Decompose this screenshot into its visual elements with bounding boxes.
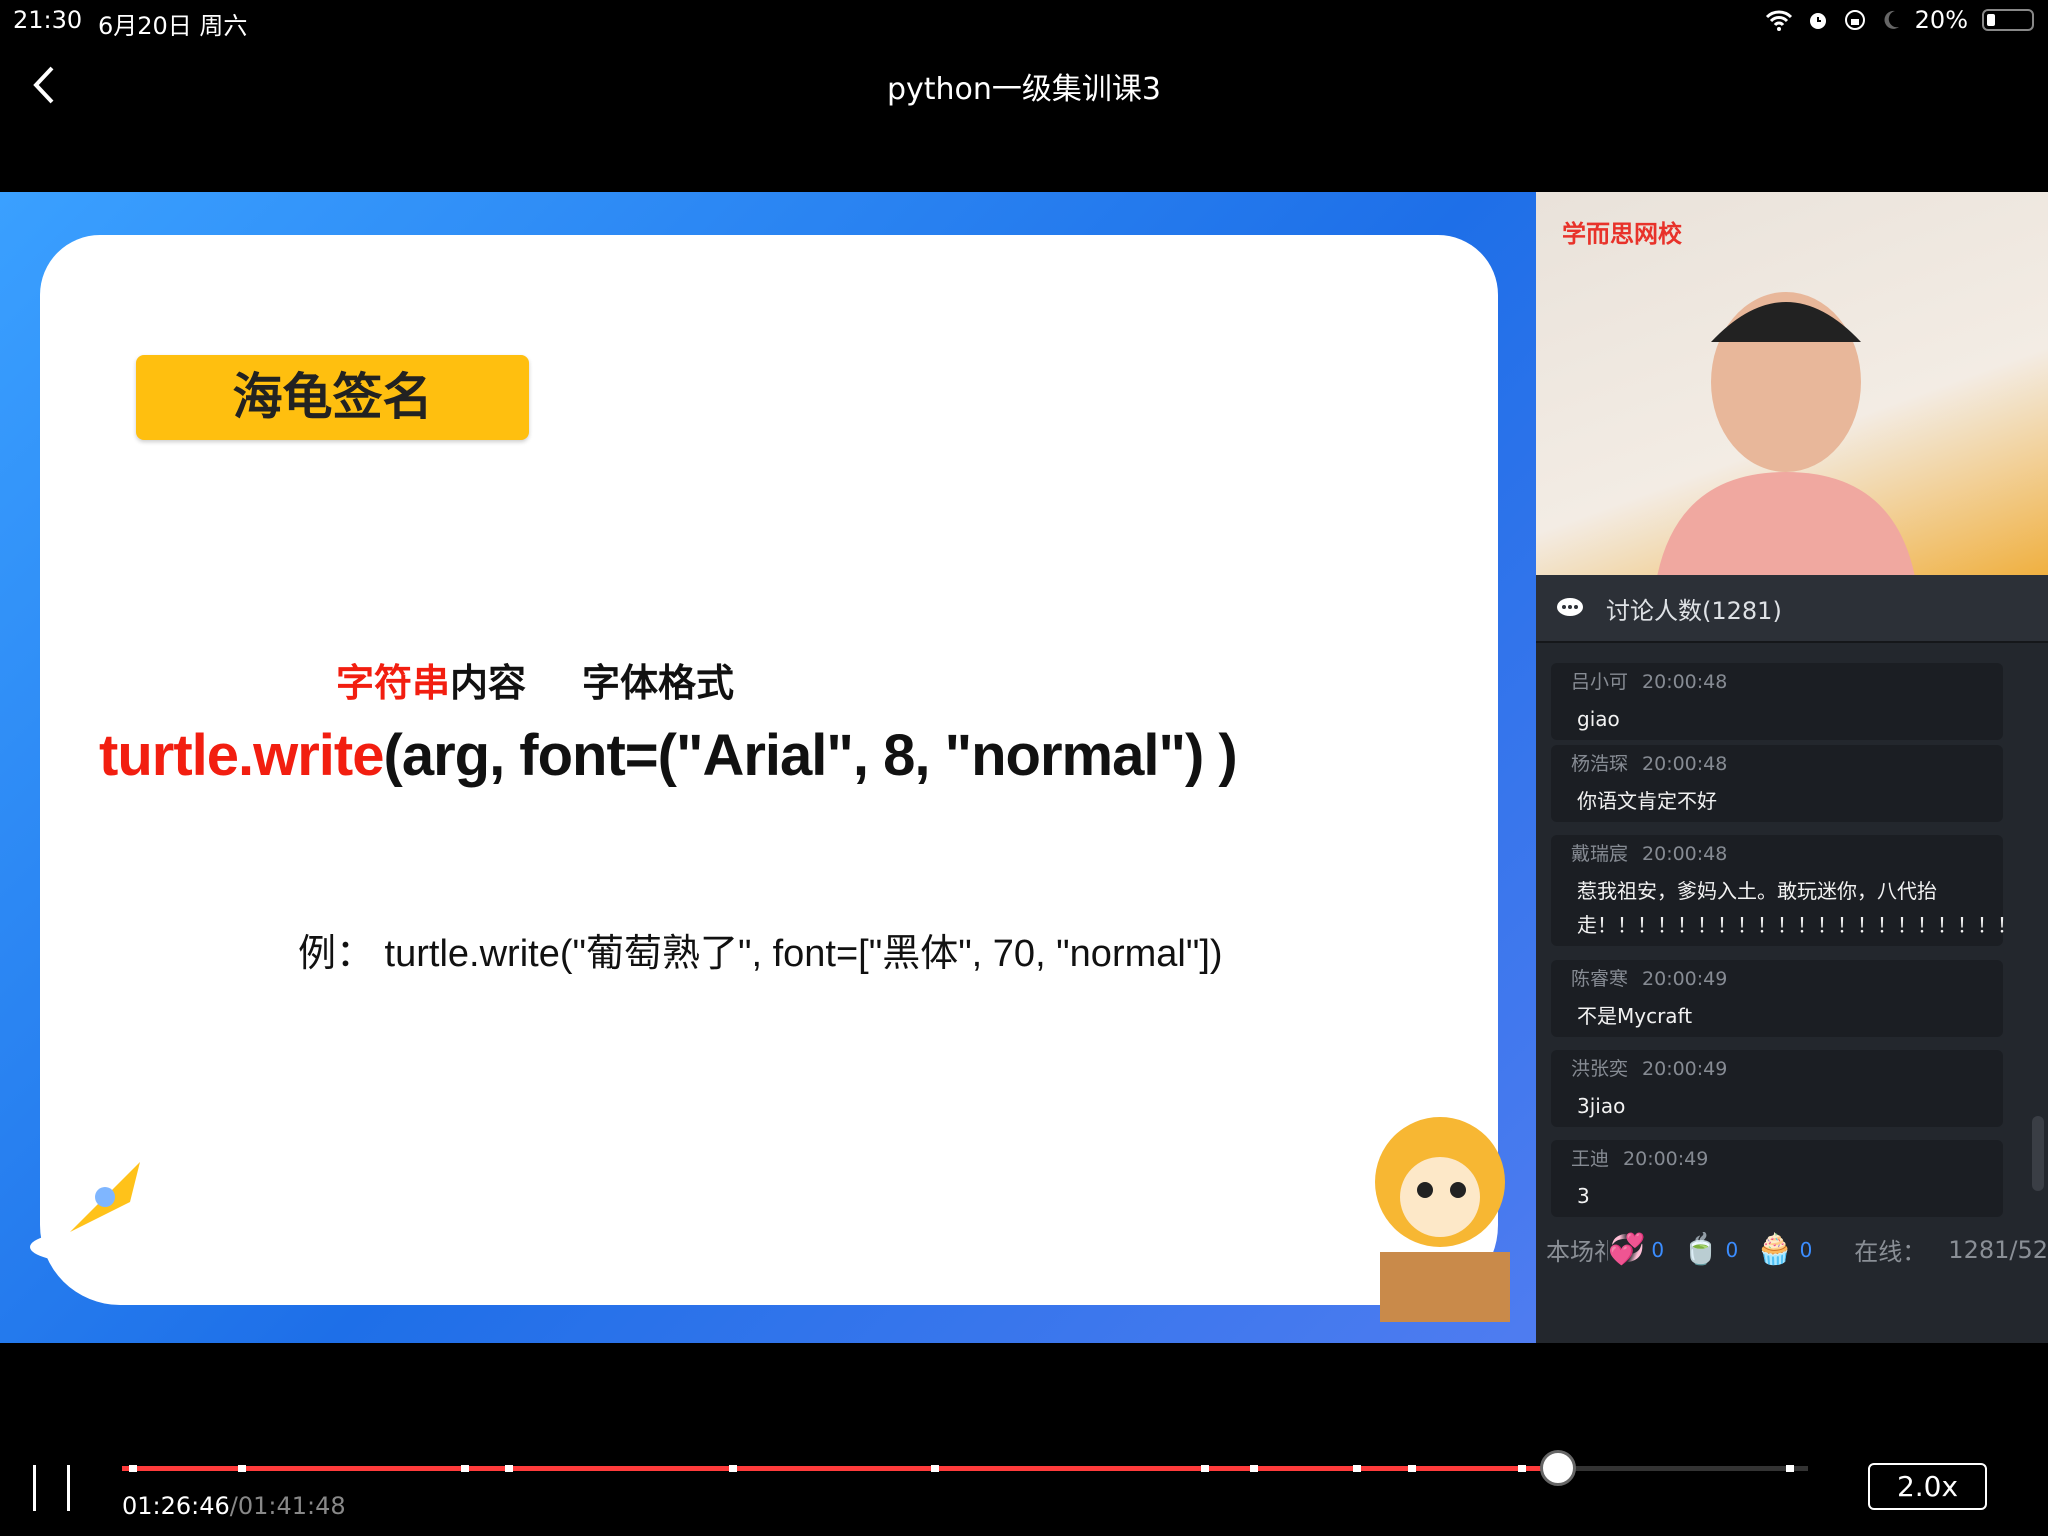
chat-message: 杨浩琛 20:00:48 你语文肯定不好 [1551,745,2003,822]
label-font-format: 字体格式 [582,661,735,705]
rotation-lock-icon [1844,10,1865,30]
chat-message: 陈睿寒 20:00:49 不是Mycraft [1551,960,2003,1037]
code-function: turtle.write [99,723,384,788]
example-line: 例： turtle.write("葡萄熟了", font=["黑体", 70, … [298,933,1223,975]
gift-count: 0 [1651,1237,1665,1262]
chapter-marker[interactable] [728,1465,737,1472]
online-value: 1281/52 [1948,1235,2048,1264]
tiger-mascot-icon [1375,1117,1510,1322]
online-label: 在线： [1854,1238,1927,1266]
battery-icon [1982,9,2034,31]
school-logo: 学而思网校 [1562,220,1682,248]
time-display: 01:26:46/01:41:48 [122,1492,346,1520]
chat-message: 洪张奕 20:00:49 3jiao [1551,1050,2003,1127]
chat-message: 吕小可 20:00:48 giao [1551,663,2003,740]
status-date: 6月20日 周六 [98,12,248,40]
chat-text: 你语文肯定不好 [1577,789,1717,813]
chat-text: 惹我祖安，爹妈入土。敢玩迷你，八代抬走！！！！！！！！！！！！！！！！！！！！！ [1577,879,2017,937]
chat-sender: 杨浩琛 20:00:48 [1571,753,1728,775]
status-time: 21:30 [13,6,83,34]
alarm-icon [1809,13,1826,29]
gift-count: 0 [1725,1237,1739,1262]
heart-gift-icon[interactable]: 💞 [1608,1232,1645,1267]
chat-scrollbar[interactable] [2032,1116,2044,1191]
chat-header: 讨论人数(1281) [1536,575,2048,643]
label-string: 字符串 [336,661,451,705]
cup-gift-icon[interactable]: 🍵 [1682,1232,1719,1267]
gifts-label: 本场礼物 [1546,1238,1609,1266]
side-panel: 学而思网校 讨论人数(1281) 吕小可 20:00:48 giao 杨浩琛 20:00… [1536,192,2048,1343]
gift-count: 0 [1799,1237,1813,1262]
moon-icon [1884,10,1899,29]
chat-sender: 吕小可 20:00:48 [1571,671,1728,693]
label-content: 内容 [450,661,527,705]
pause-button[interactable] [33,1465,73,1511]
teacher-video-icon [1657,292,1915,575]
chat-time: 20:00:49 [1642,968,1728,990]
chat-count: 讨论人数(1281) [1606,596,1782,625]
video-player[interactable]: 海龟签名 字符串内容 字体格式 turtle.write(arg, font=("… [0,192,2048,1343]
chapter-marker[interactable] [1249,1465,1258,1472]
code-args: (arg, font=("Arial", 8, "normal") ) [383,723,1238,788]
chapter-marker[interactable] [1408,1465,1417,1472]
chapter-marker[interactable] [128,1465,137,1472]
chat-text: 不是Mycraft [1577,1004,1693,1028]
chat-sender: 戴瑞宸 20:00:48 [1571,843,1728,865]
slide: 海龟签名 字符串内容 字体格式 turtle.write(arg, font=("… [0,192,1536,1343]
chat-message: 王迪 20:00:49 3 [1551,1140,2003,1217]
chapter-marker[interactable] [504,1465,513,1472]
chat-text: 3jiao [1577,1094,1626,1118]
chat-sender: 王迪 20:00:49 [1571,1148,1709,1170]
progress-knob[interactable] [1540,1450,1577,1486]
total-time: /01:41:48 [229,1492,346,1520]
wifi-icon [1765,10,1792,31]
chat-text: 3 [1577,1184,1590,1208]
chat-time: 20:00:49 [1623,1148,1709,1170]
slide-title-badge: 海龟签名 [136,355,529,440]
battery-percent: 20% [1914,6,1968,34]
progress-slider[interactable] [122,1450,1808,1486]
chat-time: 20:00:48 [1642,671,1728,693]
chat-time: 20:00:48 [1642,753,1728,775]
chat-sender: 洪张奕 20:00:49 [1571,1058,1728,1080]
chat-bubble-icon [1557,598,1583,616]
speed-button[interactable]: 2.0x [1868,1463,1987,1510]
chat-message: 戴瑞宸 20:00:48 惹我祖安，爹妈入土。敢玩迷你，八代抬走！！！！！！！！！！… [1551,835,2017,946]
chapter-marker[interactable] [1518,1465,1526,1472]
current-time: 01:26:46 [122,1492,230,1520]
chapter-marker[interactable] [1352,1465,1361,1472]
chat-time: 20:00:48 [1642,843,1728,865]
code-labels: 字符串内容 字体格式 [336,652,734,707]
chapter-marker[interactable] [931,1465,940,1472]
teacher-camera: 学而思网校 [1536,192,2048,575]
page-title: python一级集训课3 [886,72,1162,107]
chapter-marker[interactable] [1786,1465,1795,1472]
progress-played [122,1466,1559,1471]
chapter-marker[interactable] [238,1465,247,1472]
gift-row: 本场礼物 💞0 🍵0 🧁0 在线： 1281/52 [1546,1232,2048,1267]
chat-sender: 陈睿寒 20:00:49 [1571,968,1728,990]
chapter-marker[interactable] [460,1465,469,1472]
status-icons: 20% [1765,6,2034,34]
chat-text: giao [1577,707,1620,731]
cake-gift-icon[interactable]: 🧁 [1756,1232,1793,1267]
rocket-icon [30,1162,150,1262]
chat-time: 20:00:49 [1642,1058,1728,1080]
chapter-marker[interactable] [1201,1465,1210,1472]
code-line: turtle.write(arg, font=("Arial", 8, "nor… [99,722,1238,789]
